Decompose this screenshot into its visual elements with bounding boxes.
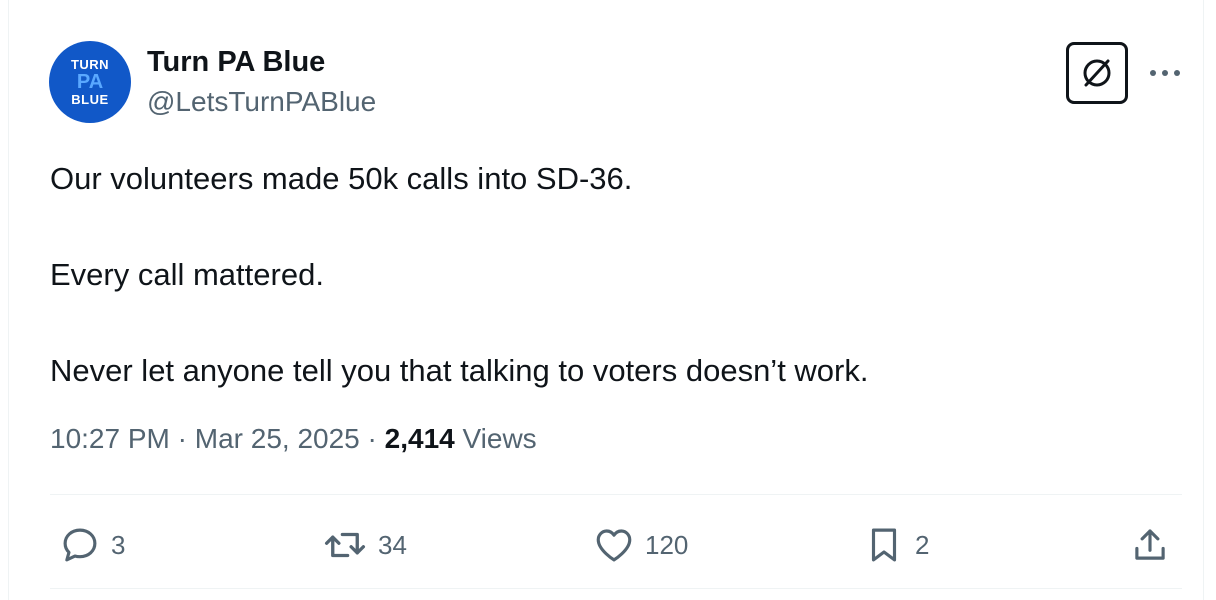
reply-button[interactable]: 3 bbox=[59, 520, 125, 570]
tweet-paragraph-2: Every call mattered. bbox=[50, 257, 324, 292]
meta-separator: · bbox=[177, 423, 187, 454]
avatar-text-line-1: TURN bbox=[70, 57, 110, 72]
tweet-paragraph-1: Our volunteers made 50k calls into SD-36… bbox=[50, 161, 633, 196]
repost-count: 34 bbox=[378, 529, 407, 560]
action-bar: 3 34 120 2 bbox=[9, 520, 1205, 570]
like-button[interactable]: 120 bbox=[593, 520, 688, 570]
avatar-text-line-2: PA bbox=[76, 71, 104, 93]
heart-icon bbox=[596, 529, 632, 562]
share-button[interactable] bbox=[1129, 520, 1171, 570]
like-count: 120 bbox=[645, 529, 689, 560]
author-handle[interactable]: @LetsTurnPABlue bbox=[147, 86, 376, 118]
views-label: Views bbox=[462, 423, 537, 454]
tweet-text: Our volunteers made 50k calls into SD-36… bbox=[50, 155, 1170, 395]
more-options-button[interactable] bbox=[1145, 58, 1185, 88]
avatar[interactable]: TURN PA BLUE bbox=[49, 41, 131, 123]
repost-button[interactable]: 34 bbox=[322, 520, 407, 570]
grok-button[interactable] bbox=[1066, 42, 1128, 104]
repost-icon bbox=[324, 532, 366, 558]
tweet-date[interactable]: Mar 25, 2025 bbox=[195, 423, 360, 454]
tweet-paragraph-3: Never let anyone tell you that talking t… bbox=[50, 353, 869, 388]
tweet-blank-line bbox=[50, 203, 1170, 251]
bookmark-button[interactable]: 2 bbox=[863, 520, 929, 570]
more-dots-icon bbox=[1150, 70, 1180, 76]
tweet-blank-line bbox=[50, 299, 1170, 347]
divider bbox=[50, 494, 1182, 495]
author-name[interactable]: Turn PA Blue bbox=[147, 46, 325, 79]
views-count: 2,414 bbox=[384, 423, 455, 454]
share-icon bbox=[1135, 529, 1165, 560]
reply-count: 3 bbox=[111, 529, 126, 560]
bookmark-icon bbox=[871, 528, 897, 562]
reply-icon bbox=[63, 528, 97, 562]
meta-separator: · bbox=[367, 423, 377, 454]
avatar-text-line-3: BLUE bbox=[71, 92, 109, 107]
tweet-card: TURN PA BLUE Turn PA Blue @LetsTurnPABlu… bbox=[8, 0, 1204, 600]
tweet-time[interactable]: 10:27 PM bbox=[50, 423, 170, 454]
grok-icon bbox=[1083, 59, 1111, 87]
bookmark-count: 2 bbox=[915, 529, 930, 560]
tweet-meta: 10:27 PM · Mar 25, 2025 · 2,414 Views bbox=[50, 423, 537, 455]
divider bbox=[50, 588, 1182, 589]
